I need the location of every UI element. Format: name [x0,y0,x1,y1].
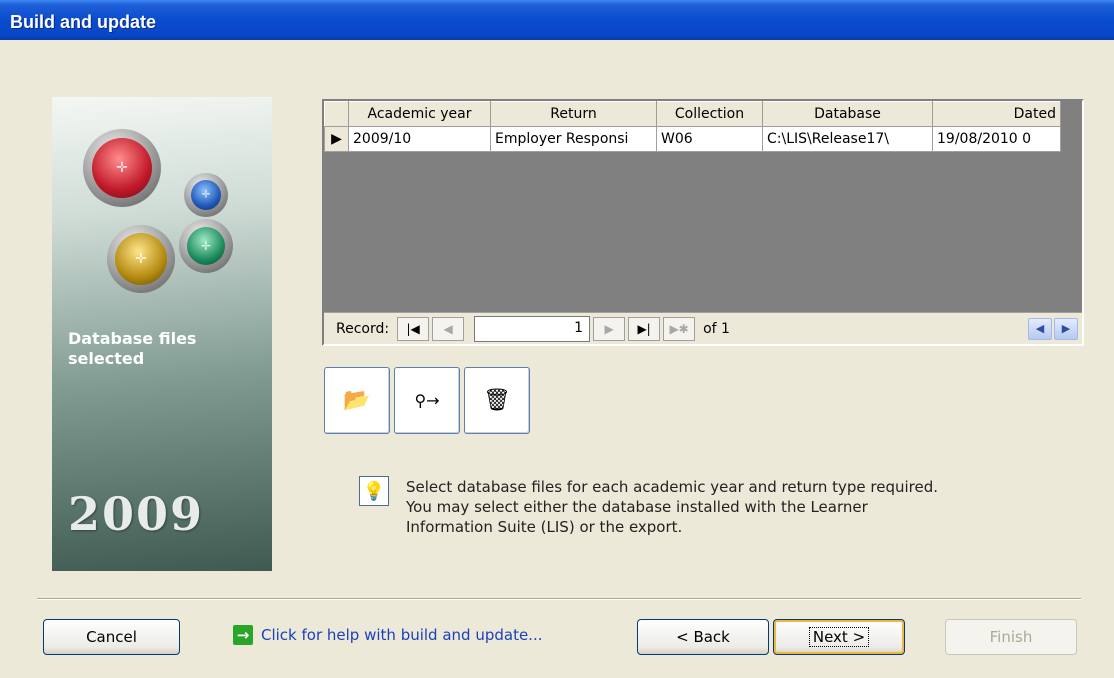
record-selector-icon[interactable]: ▶ [324,126,349,152]
scroll-left-icon[interactable]: ◀ [1028,317,1052,340]
trash-icon: 🗑 [483,388,511,413]
column-header-return[interactable]: Return [490,101,657,127]
last-record-icon[interactable]: ▶| [628,316,661,341]
next-record-icon[interactable]: ▶ [593,316,626,341]
red-orb-icon: ✛ [83,129,161,207]
cell-collection[interactable]: W06 [656,126,763,152]
lightbulb-icon: 💡 [359,476,389,506]
back-button[interactable]: < Back [637,619,769,655]
wizard-side-panel: ✛ ✛ ✛ ✛ Database files selected 2009 [52,97,272,571]
find-database-button[interactable]: ⚲→ [394,367,460,434]
folder-open-icon: 📂 [343,388,371,413]
help-link-label[interactable]: Click for help with build and update... [261,626,542,644]
scroll-right-icon[interactable]: ▶ [1054,317,1078,340]
record-navigation-bar: Record: |◀ ◀ 1 ▶ ▶| ▶✱ of 1 ◀ ▶ [324,312,1082,344]
column-header-database[interactable]: Database [762,101,933,127]
column-header-academic-year[interactable]: Academic year [348,101,491,127]
delete-database-button[interactable]: 🗑 [464,367,530,434]
new-record-icon[interactable]: ▶✱ [663,316,696,341]
grid-header-row: Academic year Return Collection Database… [324,101,1061,127]
next-button-label: Next > [808,627,870,647]
yellow-orb-icon: ✛ [107,225,175,293]
grid-corner-cell [324,101,349,127]
cell-academic-year[interactable]: 2009/10 [348,126,491,152]
green-orb-icon: ✛ [179,219,233,273]
cancel-button[interactable]: Cancel [43,619,180,655]
info-text: Select database files for each academic … [406,478,939,536]
database-files-grid[interactable]: Academic year Return Collection Database… [322,99,1084,346]
column-header-dated[interactable]: Dated [932,101,1061,127]
cell-database[interactable]: C:\LIS\Release17\ [762,126,933,152]
record-label: Record: [336,320,390,337]
binoculars-icon: ⚲→ [414,391,440,410]
previous-record-icon[interactable]: ◀ [432,316,465,341]
cell-return[interactable]: Employer Responsi [490,126,657,152]
next-button[interactable]: Next > [773,619,905,655]
footer-divider [37,598,1081,600]
blue-orb-icon: ✛ [184,173,228,217]
window-title: Build and update [0,0,1114,40]
open-database-button[interactable]: 📂 [324,367,390,434]
column-header-collection[interactable]: Collection [656,101,763,127]
arrow-right-icon: → [233,625,253,645]
help-link[interactable]: → Click for help with build and update..… [233,625,542,645]
cell-dated[interactable]: 19/08/2010 0 [932,126,1061,152]
side-panel-year: 2009 [68,487,205,541]
record-count: of 1 [703,320,730,337]
finish-button[interactable]: Finish [945,619,1077,655]
current-record-input[interactable]: 1 [474,315,591,342]
first-record-icon[interactable]: |◀ [397,316,430,341]
table-row[interactable]: ▶ 2009/10 Employer Responsi W06 C:\LIS\R… [324,126,1061,152]
back-button-label: < Back [676,628,730,646]
side-panel-caption: Database files selected [68,329,197,368]
